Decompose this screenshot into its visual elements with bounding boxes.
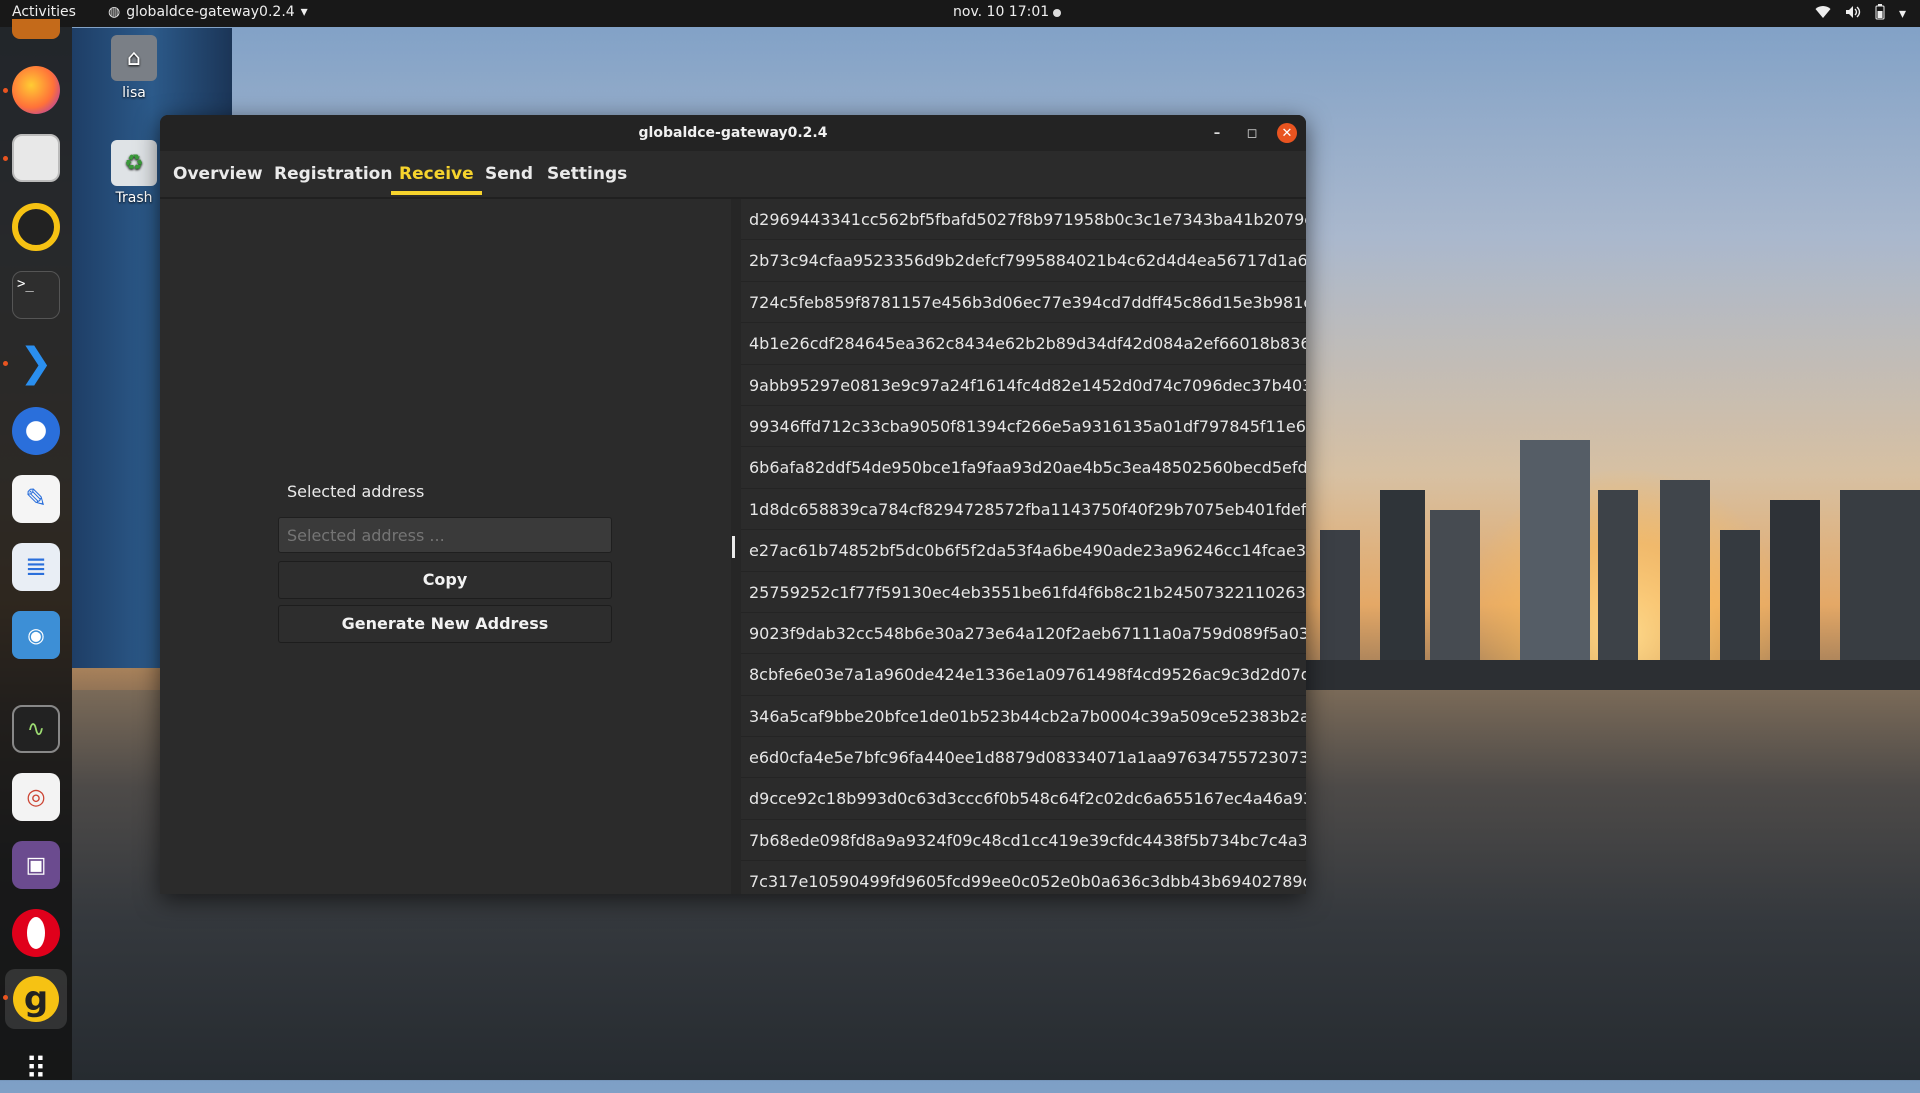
globaldce-icon: g [13, 976, 59, 1022]
app-menu-label: globaldce-gateway0.2.4 [126, 4, 295, 20]
system-status-menu[interactable]: ▾ [1815, 4, 1906, 24]
running-indicator [3, 995, 8, 1000]
address-row[interactable]: 724c5feb859f8781157e456b3d06ec77e394cd7d… [741, 282, 1306, 324]
terminal-icon[interactable]: >_ [12, 271, 60, 319]
home-folder-label: lisa [122, 85, 146, 101]
files-icon[interactable] [12, 134, 60, 182]
dock: >_ ❯ ✎ ≣ ◉ ∿ ◎ ▣ g ⠿ [0, 19, 72, 1087]
address-row[interactable]: e6d0cfa4e5e7bfc96fa440ee1d8879d08334071a… [741, 737, 1306, 779]
splitter-handle[interactable] [732, 536, 735, 558]
trash-icon: ♻ [111, 140, 157, 186]
address-row[interactable]: 8cbfe6e03e7a1a960de424e1336e1a09761498f4… [741, 654, 1306, 696]
address-row[interactable]: 99346ffd712c33cba9050f81394cf266e5a93161… [741, 406, 1306, 448]
video-icon[interactable]: ▣ [12, 841, 60, 889]
address-row[interactable]: 1d8dc658839ca784cf8294728572fba1143750f4… [741, 489, 1306, 531]
address-row[interactable]: 4b1e26cdf284645ea362c8434e62b2b89d34df42… [741, 323, 1306, 365]
tab-receive[interactable]: Receive [391, 161, 482, 195]
address-row[interactable]: 25759252c1f77f59130ec4eb3551be61fd4f6b8c… [741, 572, 1306, 613]
vscode-icon[interactable]: ❯ [12, 339, 60, 387]
address-row[interactable]: 2b73c94cfaa9523356d9b2defcf7995884021b4c… [741, 240, 1306, 282]
app-window: globaldce-gateway0.2.4 – ◻ ✕ Overview Re… [160, 115, 1306, 894]
address-row[interactable]: 346a5caf9bbe20bfce1de01b523b44cb2a7b0004… [741, 696, 1306, 738]
show-apps-icon[interactable]: ⠿ [12, 1045, 60, 1093]
volume-icon [1845, 5, 1861, 23]
address-row[interactable]: e27ac61b74852bf5dc0b6f5f2da53f4a6be490ad… [741, 530, 1306, 572]
software-center-icon[interactable]: ◉ [12, 611, 60, 659]
firefox-icon[interactable] [12, 66, 60, 114]
address-row[interactable]: 6b6afa82ddf54de950bce1fa9faa93d20ae4b5c3… [741, 447, 1306, 489]
rhythmbox-icon[interactable] [12, 203, 60, 251]
address-row[interactable]: 7b68ede098fd8a9a9324f09c48cd1cc419e39cfd… [741, 820, 1306, 862]
selected-address-label: Selected address [287, 482, 425, 501]
wallpaper-skyline [1280, 440, 1920, 700]
home-folder-icon: ⌂ [111, 35, 157, 81]
trash-label: Trash [115, 190, 153, 206]
home-folder[interactable]: ⌂ lisa [99, 35, 169, 101]
wifi-icon [1815, 5, 1831, 23]
trash[interactable]: ♻ Trash [99, 140, 169, 206]
clock[interactable]: nov. 10 17:01 [953, 4, 1049, 20]
battery-icon [1875, 4, 1885, 24]
app-menu[interactable]: ◍ globaldce-gateway0.2.4 ▾ [108, 4, 308, 20]
window-titlebar[interactable]: globaldce-gateway0.2.4 – ◻ ✕ [160, 115, 1306, 151]
chromium-icon[interactable] [12, 407, 60, 455]
dock-partial-icon[interactable] [12, 19, 60, 39]
tab-settings[interactable]: Settings [539, 161, 635, 195]
address-row[interactable]: d9cce92c18b993d0c63d3ccc6f0b548c64f2c02d… [741, 778, 1306, 820]
selected-address-input[interactable] [278, 517, 612, 553]
activities-button[interactable]: Activities [12, 4, 76, 20]
minimize-button[interactable]: – [1207, 123, 1227, 143]
running-indicator [3, 156, 8, 161]
address-row[interactable]: 7c317e10590499fd9605fcd99ee0c052e0b0a636… [741, 861, 1306, 894]
close-button[interactable]: ✕ [1277, 123, 1297, 143]
running-indicator [3, 88, 8, 93]
system-monitor-icon[interactable]: ∿ [12, 705, 60, 753]
opera-icon[interactable] [12, 909, 60, 957]
chevron-down-icon: ▾ [1898, 6, 1906, 22]
address-row[interactable]: 9023f9dab32cc548b6e30a273e64a120f2aeb671… [741, 613, 1306, 655]
tab-overview[interactable]: Overview [165, 161, 271, 195]
document-viewer-icon[interactable]: ◎ [12, 773, 60, 821]
text-editor-icon[interactable]: ✎ [12, 475, 60, 523]
address-row[interactable]: d2969443341cc562bf5fbafd5027f8b971958b0c… [741, 199, 1306, 241]
copy-button[interactable]: Copy [278, 561, 612, 599]
generate-new-address-button[interactable]: Generate New Address [278, 605, 612, 643]
chevron-down-icon: ▾ [300, 4, 308, 20]
tab-bar: Overview Registration Receive Send Setti… [160, 151, 1306, 199]
window-title: globaldce-gateway0.2.4 [638, 125, 828, 141]
globaldce-dock-item[interactable]: g [5, 969, 67, 1029]
maximize-button[interactable]: ◻ [1242, 123, 1262, 143]
address-row[interactable]: 9abb95297e0813e9c97a24f1614fc4d82e1452d0… [741, 365, 1306, 406]
receive-panel: Selected address Copy Generate New Addre… [160, 199, 731, 894]
tab-registration[interactable]: Registration [266, 161, 400, 195]
top-bar: Activities ◍ globaldce-gateway0.2.4 ▾ no… [0, 0, 1920, 27]
address-list[interactable]: d2969443341cc562bf5fbafd5027f8b971958b0c… [741, 199, 1306, 894]
app-menu-icon: ◍ [108, 4, 121, 20]
tab-send[interactable]: Send [477, 161, 541, 195]
writer-icon[interactable]: ≣ [12, 543, 60, 591]
notification-dot-icon [1053, 9, 1061, 17]
running-indicator [3, 361, 8, 366]
